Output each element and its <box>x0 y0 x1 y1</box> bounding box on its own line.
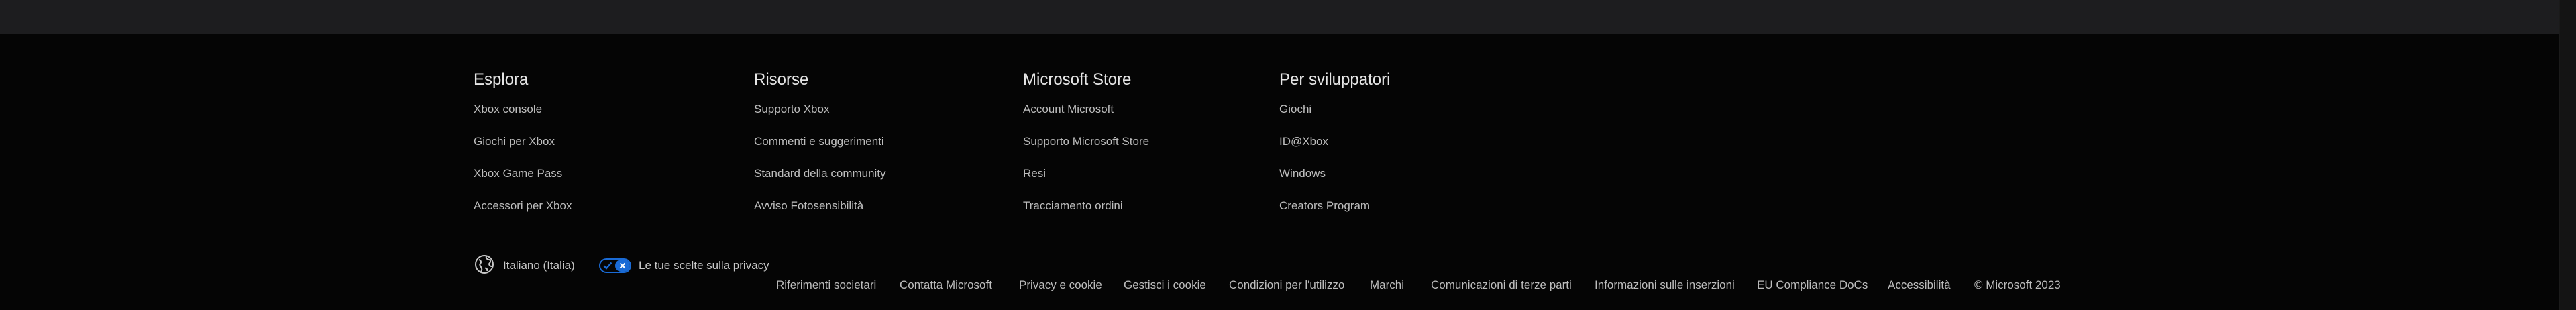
copyright-text: © Microsoft 2023 <box>1974 278 2061 291</box>
privacy-toggle-icon <box>599 258 631 273</box>
footer-link[interactable]: Supporto Xbox <box>754 103 829 116</box>
legal-link[interactable]: Comunicazioni di terze parti <box>1431 278 1572 293</box>
privacy-label: Le tue scelte sulla privacy <box>639 259 769 272</box>
footer-column-risorse: Risorse Supporto Xbox Commenti e suggeri… <box>754 70 886 213</box>
footer-column-esplora: Esplora Xbox console Giochi per Xbox Xbo… <box>474 70 572 213</box>
legal-link[interactable]: Privacy e cookie <box>1019 278 1102 293</box>
footer-link[interactable]: Xbox Game Pass <box>474 167 562 180</box>
legal-link[interactable]: EU Compliance DoCs <box>1757 278 1868 293</box>
legal-links: Riferimenti societari Contatta Microsoft… <box>0 278 2560 293</box>
legal-link[interactable]: Marchi <box>1370 278 1404 293</box>
privacy-choices-link[interactable]: Le tue scelte sulla privacy <box>599 256 769 275</box>
footer-column-per-sviluppatori: Per sviluppatori Giochi ID@Xbox Windows … <box>1279 70 1391 213</box>
footer-link[interactable]: Avviso Fotosensibilità <box>754 199 863 213</box>
scrollbar[interactable] <box>2559 0 2576 310</box>
footer-link[interactable]: Giochi per Xbox <box>474 135 555 148</box>
legal-link[interactable]: Contatta Microsoft <box>900 278 992 293</box>
legal-link[interactable]: Gestisci i cookie <box>1124 278 1206 293</box>
footer-link[interactable]: ID@Xbox <box>1279 135 1328 148</box>
footer-link[interactable]: Commenti e suggerimenti <box>754 135 884 148</box>
footer-link[interactable]: Supporto Microsoft Store <box>1023 135 1149 148</box>
footer-link[interactable]: Account Microsoft <box>1023 103 1114 116</box>
footer-link[interactable]: Creators Program <box>1279 199 1370 213</box>
legal-link[interactable]: Riferimenti societari <box>776 278 876 293</box>
footer-link[interactable]: Resi <box>1023 167 1046 180</box>
footer-link[interactable]: Standard della community <box>754 167 886 180</box>
page-top-band <box>0 0 2560 34</box>
footer-link[interactable]: Windows <box>1279 167 1326 180</box>
footer-link[interactable]: Tracciamento ordini <box>1023 199 1123 213</box>
column-title: Microsoft Store <box>1023 70 1132 89</box>
check-icon <box>600 260 615 272</box>
column-title: Esplora <box>474 70 529 89</box>
footer-column-microsoft-store: Microsoft Store Account Microsoft Suppor… <box>1023 70 1149 213</box>
legal-link[interactable]: Informazioni sulle inserzioni <box>1595 278 1735 293</box>
footer-link[interactable]: Xbox console <box>474 103 542 116</box>
footer-link[interactable]: Giochi <box>1279 103 1311 116</box>
close-icon <box>615 260 630 272</box>
locale-label: Italiano (Italia) <box>503 259 575 272</box>
footer-link[interactable]: Accessori per Xbox <box>474 199 572 213</box>
column-title: Risorse <box>754 70 809 89</box>
globe-icon <box>474 254 495 278</box>
legal-link[interactable]: Condizioni per l'utilizzo <box>1229 278 1344 293</box>
legal-link[interactable]: Accessibilità <box>1888 278 1951 293</box>
column-title: Per sviluppatori <box>1279 70 1391 89</box>
locale-selector[interactable]: Italiano (Italia) <box>474 254 575 278</box>
